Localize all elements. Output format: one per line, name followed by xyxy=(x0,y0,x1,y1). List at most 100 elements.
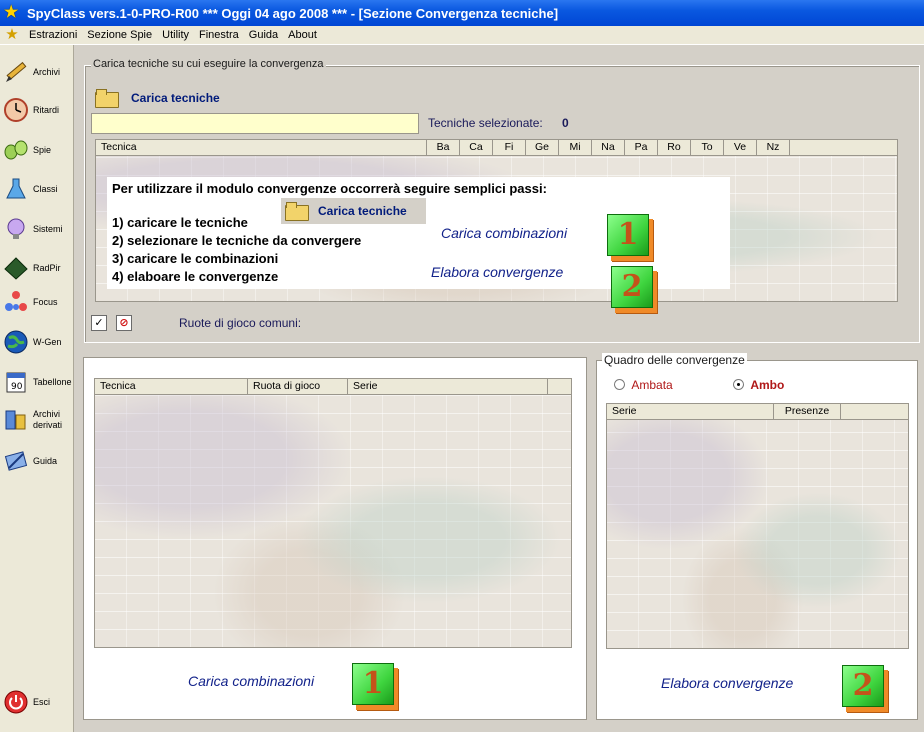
sidebar-item-radpir[interactable]: RadPir xyxy=(2,251,72,285)
carica-combinazioni-link[interactable]: Carica combinazioni xyxy=(441,225,567,241)
main-area: Carica tecniche su cui eseguire la conve… xyxy=(75,45,924,732)
sidebar-item-ritardi[interactable]: Ritardi xyxy=(2,93,72,127)
sidebar-item-focus[interactable]: Focus xyxy=(2,285,72,319)
sidebar-item-label: W-Gen xyxy=(33,336,62,347)
radio-ambo-indicator xyxy=(733,379,744,390)
step-2-button-bottom[interactable]: 2 xyxy=(842,665,884,707)
combinations-grid[interactable] xyxy=(94,378,572,648)
col-mi[interactable]: Mi xyxy=(559,140,592,155)
inline-load-techniques-button[interactable]: Carica tecniche xyxy=(281,198,426,224)
sidebar: Archivi Ritardi Spie Classi Sistemi RadP… xyxy=(0,45,74,732)
step-1-button-bottom[interactable]: 1 xyxy=(352,663,394,705)
sidebar-item-label: Archivi xyxy=(33,66,61,77)
sidebar-item-sistemi[interactable]: Sistemi xyxy=(2,212,72,246)
sidebar-item-label: Esci xyxy=(33,696,51,707)
col-serie[interactable]: Serie xyxy=(607,404,774,419)
sidebar-item-label: Tabellone xyxy=(33,376,72,387)
menu-sezione-spie[interactable]: Sezione Spie xyxy=(82,29,157,41)
sidebar-item-archivi[interactable]: Archivi xyxy=(2,55,72,89)
col-presenze[interactable]: Presenze xyxy=(774,404,841,419)
techniques-path-field[interactable] xyxy=(91,113,419,134)
instruction-step-2: 2) selezionare le tecniche da convergere xyxy=(112,233,362,248)
guide-icon xyxy=(2,447,30,475)
menu-utility[interactable]: Utility xyxy=(157,29,194,41)
molecule-icon xyxy=(2,288,30,316)
pyramid-icon xyxy=(2,254,30,282)
col-to[interactable]: To xyxy=(691,140,724,155)
convergence-grid-header: Serie Presenze xyxy=(607,404,908,420)
sidebar-item-w-gen[interactable]: W-Gen xyxy=(2,325,72,359)
window-title: SpyClass vers.1-0-PRO-R00 *** Oggi 04 ag… xyxy=(27,5,559,21)
folder-icon xyxy=(285,202,309,221)
menu-guida[interactable]: Guida xyxy=(244,29,283,41)
convergence-grid[interactable] xyxy=(606,403,909,649)
load-techniques-label: Carica tecniche xyxy=(131,91,220,105)
menu-estrazioni[interactable]: Estrazioni xyxy=(24,29,82,41)
radio-ambata-label: Ambata xyxy=(631,378,673,392)
col-serie[interactable]: Serie xyxy=(348,379,548,394)
svg-text:90: 90 xyxy=(11,382,23,392)
col-ruota-di-gioco[interactable]: Ruota di gioco xyxy=(248,379,348,394)
power-icon xyxy=(2,688,30,716)
binoculars-icon xyxy=(2,136,30,164)
col-ca[interactable]: Ca xyxy=(460,140,493,155)
sidebar-item-label: RadPir xyxy=(33,262,61,273)
col-pa[interactable]: Pa xyxy=(625,140,658,155)
folder-icon xyxy=(95,89,119,108)
instruction-step-4: 4) elaboare le convergenze xyxy=(112,269,279,284)
col-ve[interactable]: Ve xyxy=(724,140,757,155)
app-star-icon: ★ xyxy=(4,4,19,21)
combinations-grid-header: Tecnica Ruota di gioco Serie xyxy=(95,379,571,395)
radio-ambo[interactable]: Ambo xyxy=(733,378,784,392)
selected-techniques-label: Tecniche selezionate: xyxy=(428,116,543,130)
sidebar-item-label: Guida xyxy=(33,455,58,466)
instruction-step-1: 1) caricare le tecniche xyxy=(112,215,248,230)
pencil-icon xyxy=(2,58,30,86)
sidebar-item-esci[interactable]: Esci xyxy=(2,685,72,719)
selected-techniques-count: 0 xyxy=(562,116,569,130)
col-ge[interactable]: Ge xyxy=(526,140,559,155)
convergence-panel: Quadro delle convergenze Ambata Ambo Ser… xyxy=(596,353,918,720)
col-tecnica[interactable]: Tecnica xyxy=(96,140,427,155)
sidebar-item-spie[interactable]: Spie xyxy=(2,133,72,167)
carica-combinazioni-button[interactable]: Carica combinazioni xyxy=(188,673,314,689)
clear-all-button[interactable]: ⊘ xyxy=(116,315,132,331)
elabora-convergenze-button[interactable]: Elabora convergenze xyxy=(661,675,793,691)
archive-derivati-icon xyxy=(2,406,30,434)
col-tecnica[interactable]: Tecnica xyxy=(95,379,248,394)
sidebar-item-label: Spie xyxy=(33,144,52,155)
load-techniques-group-label: Carica tecniche su cui eseguire la conve… xyxy=(91,58,326,70)
col-ba[interactable]: Ba xyxy=(427,140,460,155)
convergence-panel-label: Quadro delle convergenze xyxy=(602,353,747,367)
sidebar-item-label: Archivi derivati xyxy=(33,409,63,430)
col-nz[interactable]: Nz xyxy=(757,140,790,155)
sidebar-item-guida[interactable]: Guida xyxy=(2,444,72,478)
load-techniques-button[interactable]: Carica tecniche xyxy=(95,89,220,108)
globe-icon xyxy=(2,328,30,356)
elabora-convergenze-link[interactable]: Elabora convergenze xyxy=(431,264,563,280)
sidebar-item-archivi-derivati[interactable]: Archivi derivati xyxy=(2,403,72,437)
flask-icon xyxy=(2,175,30,203)
menu-about[interactable]: About xyxy=(283,29,322,41)
step-2-button[interactable]: 2 xyxy=(611,266,653,308)
sidebar-item-label: Ritardi xyxy=(33,104,60,115)
combinations-panel: Tecnica Ruota di gioco Serie Carica comb… xyxy=(83,357,587,720)
check-all-button[interactable]: ✓ xyxy=(91,315,107,331)
mdi-star-icon[interactable]: ★ xyxy=(3,26,21,44)
ruote-label: Ruote di gioco comuni: xyxy=(179,316,302,330)
sidebar-item-label: Classi xyxy=(33,183,58,194)
step-1-button[interactable]: 1 xyxy=(607,214,649,256)
inline-load-techniques-label: Carica tecniche xyxy=(318,204,407,218)
techniques-grid-header: Tecnica Ba Ca Fi Ge Mi Na Pa Ro To Ve Nz xyxy=(96,140,897,156)
col-ro[interactable]: Ro xyxy=(658,140,691,155)
clock-icon xyxy=(2,96,30,124)
col-fi[interactable]: Fi xyxy=(493,140,526,155)
menu-finestra[interactable]: Finestra xyxy=(194,29,244,41)
sidebar-item-tabellone[interactable]: 90 Tabellone xyxy=(2,365,72,399)
menu-bar: ★ Estrazioni Sezione Spie Utility Finest… xyxy=(0,26,924,45)
radio-ambata[interactable]: Ambata xyxy=(614,378,673,392)
sidebar-item-classi[interactable]: Classi xyxy=(2,172,72,206)
col-na[interactable]: Na xyxy=(592,140,625,155)
radio-ambata-indicator xyxy=(614,379,625,390)
calendar-icon: 90 xyxy=(2,368,30,396)
